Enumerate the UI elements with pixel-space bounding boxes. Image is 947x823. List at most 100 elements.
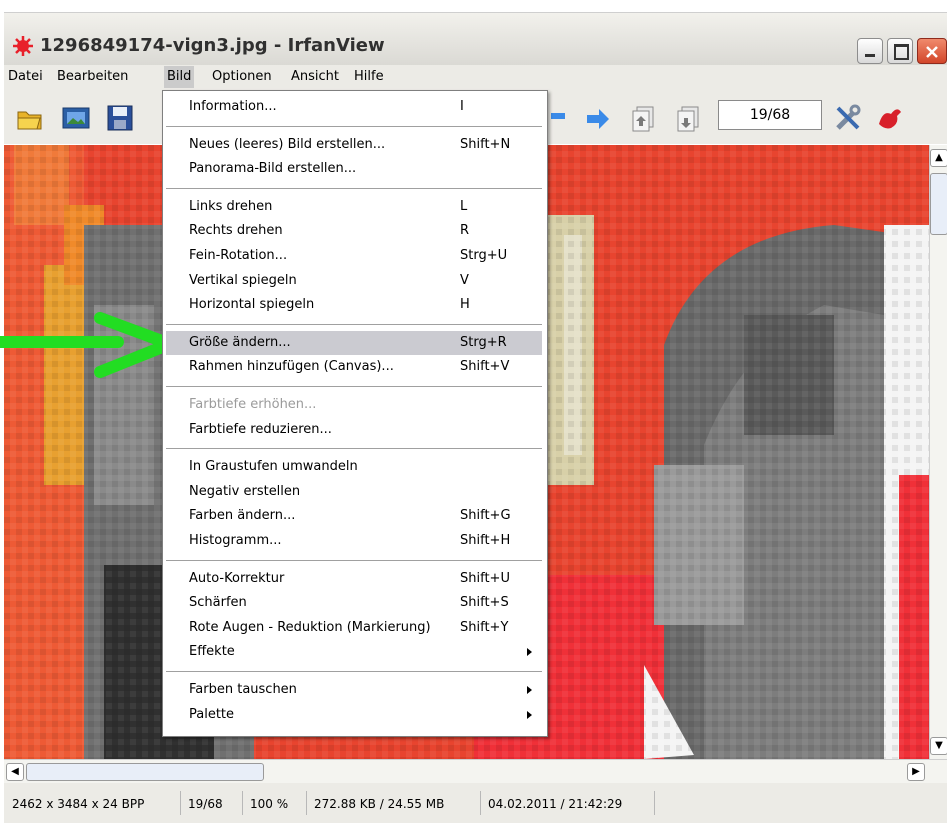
menu-item-label: Schärfen	[189, 595, 247, 611]
menu-item-farbtiefe-erhöhen: Farbtiefe erhöhen...	[163, 393, 547, 417]
menu-ansicht[interactable]: Ansicht	[291, 69, 339, 84]
menu-bar: Datei Bearbeiten Bild Optionen Ansicht H…	[4, 65, 947, 91]
maximize-button[interactable]	[887, 38, 913, 64]
menu-item-label: Negativ erstellen	[189, 483, 301, 499]
close-icon	[926, 46, 938, 58]
scroll-up-button[interactable]: ▲	[930, 149, 947, 167]
status-bar: 2462 x 3484 x 24 BPP 19/68 100 % 272.88 …	[4, 783, 947, 823]
menu-separator	[166, 559, 542, 561]
menu-item-label: Links drehen	[189, 198, 273, 214]
menu-item-palette[interactable]: Palette	[163, 703, 547, 727]
vertical-scroll-thumb[interactable]	[930, 173, 947, 235]
menu-item-shortcut: I	[460, 99, 464, 114]
menu-item-label: Information...	[189, 99, 277, 114]
menu-item-panorama-bild-erstellen[interactable]: Panorama-Bild erstellen...	[163, 157, 547, 181]
horizontal-scrollbar[interactable]: ◀ ▶	[4, 759, 947, 784]
menu-item-shortcut: Shift+H	[460, 533, 511, 548]
menu-item-label: In Graustufen umwandeln	[189, 459, 358, 475]
menu-separator	[166, 323, 542, 325]
menu-item-rahmen-hinzufügen-canvas[interactable]: Rahmen hinzufügen (Canvas)... Shift+V	[163, 355, 547, 379]
menu-item-schärfen[interactable]: Schärfen Shift+S	[163, 591, 547, 615]
menu-item-shortcut: R	[460, 223, 470, 239]
menu-item-in-graustufen-umwandeln[interactable]: In Graustufen umwandeln	[163, 455, 547, 479]
submenu-arrow-icon	[527, 648, 532, 657]
scroll-right-button[interactable]: ▶	[907, 763, 925, 781]
horizontal-scroll-thumb[interactable]	[26, 763, 264, 781]
green-annotation-arrow-icon	[0, 312, 176, 378]
menu-item-effekte[interactable]: Effekte	[163, 640, 547, 664]
menu-item-label: Farbtiefe reduzieren...	[189, 421, 332, 437]
irfanview-window: 1296849174-vign3.jpg - IrfanView Datei B…	[0, 0, 947, 823]
menu-item-shortcut: H	[460, 297, 470, 313]
menu-item-neues-leeres-bild-erstellen[interactable]: Neues (leeres) Bild erstellen... Shift+N	[163, 133, 547, 157]
status-separator	[242, 791, 243, 815]
menu-item-label: Auto-Korrektur	[189, 570, 285, 586]
status-page: 19/68	[188, 797, 223, 811]
close-button[interactable]	[917, 38, 947, 64]
menu-optionen[interactable]: Optionen	[212, 69, 272, 84]
menu-item-information[interactable]: Information... I	[163, 95, 547, 119]
status-separator	[306, 791, 307, 815]
menu-item-vertikal-spiegeln[interactable]: Vertikal spiegeln V	[163, 269, 547, 293]
bild-dropdown-menu: Information... I Neues (leeres) Bild erste…	[162, 90, 548, 737]
open-folder-icon[interactable]	[16, 104, 44, 132]
menu-item-shortcut: Shift+G	[460, 508, 511, 524]
menu-separator	[166, 386, 542, 387]
menu-item-shortcut: Shift+V	[460, 359, 510, 375]
menu-item-farbtiefe-reduzieren[interactable]: Farbtiefe reduzieren...	[163, 418, 547, 442]
irfanview-logo-icon[interactable]	[876, 104, 904, 132]
menu-item-label: Histogramm...	[189, 533, 282, 548]
menu-item-label: Effekte	[189, 644, 235, 660]
menu-item-auto-korrektur[interactable]: Auto-Korrektur Shift+U	[163, 567, 547, 591]
minimize-button[interactable]	[857, 38, 883, 64]
scroll-left-button[interactable]: ◀	[6, 763, 24, 781]
menu-item-label: Palette	[189, 706, 235, 722]
menu-item-shortcut: L	[460, 198, 468, 214]
menu-item-shortcut: V	[460, 272, 469, 288]
minimize-icon	[865, 54, 875, 57]
menu-item-fein-rotation[interactable]: Fein-Rotation... Strg+U	[163, 244, 547, 268]
menu-separator	[166, 187, 542, 189]
menu-item-shortcut: Strg+U	[460, 248, 508, 263]
status-separator	[654, 791, 655, 815]
right-arrow-icon[interactable]	[585, 107, 611, 131]
menu-item-horizontal-spiegeln[interactable]: Horizontal spiegeln H	[163, 293, 547, 317]
status-zoom: 100 %	[250, 797, 289, 811]
menu-item-shortcut: Shift+U	[460, 570, 510, 586]
menu-item-shortcut: Shift+N	[460, 136, 511, 152]
menu-datei[interactable]: Datei	[8, 69, 43, 84]
slideshow-icon[interactable]	[62, 104, 90, 132]
menu-item-label: Panorama-Bild erstellen...	[189, 161, 357, 177]
menu-bild[interactable]: Bild	[164, 66, 195, 88]
menu-item-negativ-erstellen[interactable]: Negativ erstellen	[163, 480, 547, 504]
last-page-icon[interactable]	[674, 104, 702, 132]
maximize-icon	[894, 44, 909, 60]
submenu-arrow-icon	[527, 686, 532, 694]
menu-item-label: Rote Augen - Reduktion (Markierung)	[189, 619, 431, 635]
menu-item-label: Farben ändern...	[189, 508, 296, 524]
settings-tools-icon[interactable]	[834, 104, 862, 132]
menu-item-label: Größe ändern...	[189, 334, 291, 350]
menu-bearbeiten[interactable]: Bearbeiten	[57, 69, 128, 84]
scroll-down-button[interactable]: ▼	[930, 737, 947, 755]
save-icon[interactable]	[106, 104, 134, 132]
title-bar[interactable]: 1296849174-vign3.jpg - IrfanView	[4, 12, 947, 66]
first-page-icon[interactable]	[629, 104, 657, 132]
menu-item-farben-ändern[interactable]: Farben ändern... Shift+G	[163, 504, 547, 528]
menu-item-größe-ändern[interactable]: Größe ändern... Strg+R	[166, 330, 542, 355]
menu-separator	[166, 448, 542, 450]
menu-item-shortcut: Shift+Y	[460, 619, 509, 635]
menu-item-shortcut: Shift+S	[460, 595, 509, 611]
page-indicator: 19/68	[718, 100, 822, 130]
vertical-scrollbar[interactable]: ▲ ▼	[929, 145, 947, 759]
menu-item-rechts-drehen[interactable]: Rechts drehen R	[163, 219, 547, 243]
menu-separator	[166, 125, 542, 127]
menu-item-rote-augen-reduktion-markierung[interactable]: Rote Augen - Reduktion (Markierung) Shift…	[163, 616, 547, 640]
menu-item-farben-tauschen[interactable]: Farben tauschen	[163, 678, 547, 702]
menu-item-links-drehen[interactable]: Links drehen L	[163, 195, 547, 219]
menu-item-label: Rechts drehen	[189, 223, 283, 239]
menu-item-histogramm[interactable]: Histogramm... Shift+H	[163, 529, 547, 553]
menu-item-label: Fein-Rotation...	[189, 248, 288, 263]
desktop-strip	[0, 0, 947, 12]
menu-hilfe[interactable]: Hilfe	[354, 69, 384, 84]
